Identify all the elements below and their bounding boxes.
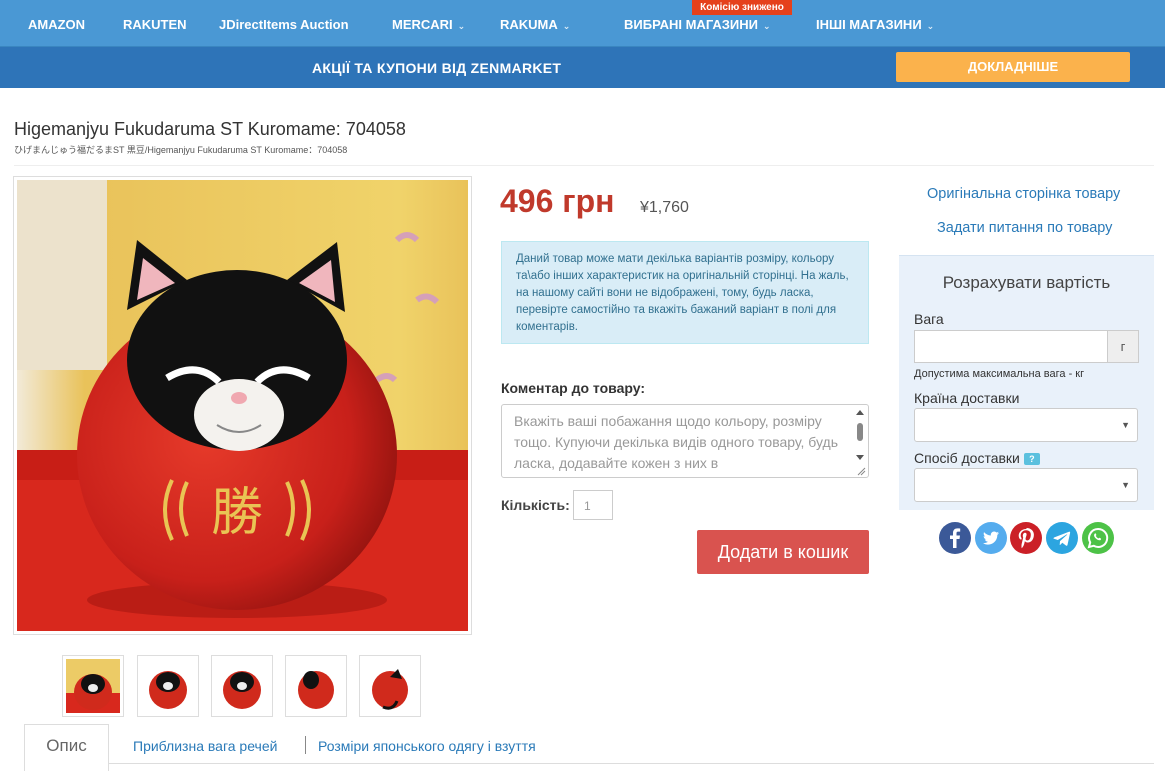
- shipping-method-select[interactable]: ▼: [914, 468, 1138, 502]
- scrollbar[interactable]: [854, 407, 866, 477]
- twitter-icon[interactable]: [975, 522, 1007, 554]
- nav-item-mercari[interactable]: MERCARI ⌄: [392, 17, 465, 32]
- original-page-link[interactable]: Оригінальна сторінка товару: [927, 186, 1120, 202]
- country-label: Країна доставки: [914, 390, 1020, 406]
- country-select[interactable]: ▼: [914, 408, 1138, 442]
- commission-badge: Комісію знижено: [692, 0, 792, 15]
- nav-item-label: RAKUTEN: [123, 17, 187, 32]
- chevron-down-icon: ⌄: [762, 21, 771, 31]
- quantity-label: Кількість:: [501, 497, 570, 513]
- telegram-icon[interactable]: [1046, 522, 1078, 554]
- nav-item-label: ІНШІ МАГАЗИНИ: [816, 17, 922, 32]
- nav-item-amazon[interactable]: AMAZON: [28, 17, 85, 32]
- cost-calculator: Розрахувати вартість Вага г Допустима ма…: [899, 255, 1154, 510]
- shipping-method-label: Спосіб доставки?: [914, 450, 1040, 466]
- ask-question-link[interactable]: Задати питання по товару: [937, 220, 1112, 236]
- nav-item-selected-shops[interactable]: ВИБРАНІ МАГАЗИНИ ⌄: [624, 17, 771, 32]
- comment-label: Коментар до товару:: [501, 380, 645, 396]
- nav-item-label: ВИБРАНІ МАГАЗИНИ: [624, 17, 758, 32]
- chevron-down-icon: ▼: [1121, 420, 1130, 430]
- thumbnail-3[interactable]: [211, 655, 273, 717]
- weight-input[interactable]: [914, 330, 1107, 363]
- tab-description[interactable]: Опис: [24, 724, 109, 771]
- nav-item-label: RAKUMA: [500, 17, 558, 32]
- chevron-down-icon: ⌄: [457, 21, 466, 31]
- help-icon[interactable]: ?: [1023, 453, 1040, 465]
- price-uah: 496 грн: [500, 183, 615, 219]
- chevron-down-icon: ⌄: [926, 21, 935, 31]
- nav-item-rakuma[interactable]: RAKUMA ⌄: [500, 17, 570, 32]
- nav-item-rakuten[interactable]: RAKUTEN: [123, 17, 187, 32]
- promo-text: АКЦІЇ ТА КУПОНИ ВІД ZENMARKET: [312, 60, 562, 76]
- price-yen: ¥1,760: [640, 199, 689, 216]
- divider: [14, 165, 1154, 166]
- comment-placeholder: Вкажіть ваші побажання щодо кольору, роз…: [514, 413, 838, 471]
- pinterest-icon[interactable]: [1010, 522, 1042, 554]
- variants-notice: Даний товар може мати декілька варіантів…: [501, 241, 869, 344]
- promo-more-button[interactable]: ДОКЛАДНІШЕ: [896, 52, 1130, 82]
- weight-hint: Допустима максимальна вага - кг: [914, 368, 1085, 380]
- tabs-divider: [24, 763, 1154, 764]
- tab-separator: [305, 736, 306, 754]
- facebook-icon[interactable]: [939, 522, 971, 554]
- whatsapp-icon[interactable]: [1082, 522, 1114, 554]
- shipping-method-text: Спосіб доставки: [914, 450, 1020, 466]
- chevron-down-icon: ⌄: [562, 21, 571, 31]
- product-subtitle: ひげまんじゅう福だるまST 黒豆/Higemanjyu Fukudaruma S…: [14, 145, 348, 155]
- daruma-kanji: 勝: [211, 483, 263, 543]
- top-navigation: AMAZON RAKUTEN JDirectItems Auction MERC…: [0, 0, 1165, 47]
- thumbnail-1[interactable]: [62, 655, 124, 717]
- weight-unit: г: [1107, 330, 1139, 363]
- nav-item-jdirectitems[interactable]: JDirectItems Auction: [219, 17, 349, 32]
- nav-item-other-shops[interactable]: ІНШІ МАГАЗИНИ ⌄: [816, 17, 934, 32]
- weight-label: Вага: [914, 311, 944, 327]
- thumbnail-5[interactable]: [359, 655, 421, 717]
- product-main-image[interactable]: 勝: [13, 176, 472, 635]
- nav-item-label: MERCARI: [392, 17, 453, 32]
- nav-item-label: AMAZON: [28, 17, 86, 32]
- chevron-down-icon: ▼: [1121, 480, 1130, 490]
- nav-item-label: JDirectItems Auction: [219, 17, 349, 32]
- thumbnail-4[interactable]: [285, 655, 347, 717]
- calculator-title: Розрахувати вартість: [942, 273, 1111, 292]
- quantity-input[interactable]: 1: [573, 490, 613, 520]
- comment-textarea[interactable]: Вкажіть ваші побажання щодо кольору, роз…: [501, 404, 869, 478]
- tab-japanese-sizes[interactable]: Розміри японського одягу і взуття: [318, 738, 536, 754]
- add-to-cart-button[interactable]: Додати в кошик: [697, 530, 869, 574]
- thumbnail-2[interactable]: [137, 655, 199, 717]
- product-title: Higemanjyu Fukudaruma ST Kuromame: 70405…: [14, 119, 406, 139]
- tab-approx-weight[interactable]: Приблизна вага речей: [133, 738, 277, 754]
